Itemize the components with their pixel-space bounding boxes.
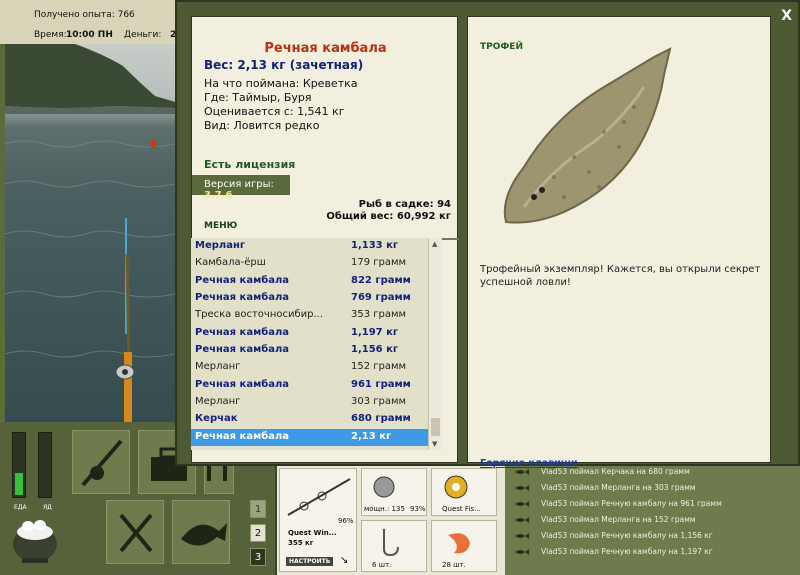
cauldron-icon[interactable] — [10, 514, 60, 569]
fishing-rod[interactable] — [105, 214, 145, 422]
food-gauge-fill — [15, 473, 23, 495]
rarity-info: Вид: Ловится редко — [204, 119, 320, 132]
bait-slot[interactable]: 28 шт. — [431, 520, 497, 572]
fishing-scene[interactable] — [5, 44, 175, 422]
xp-counter: Получено опыта: 766 — [34, 10, 135, 20]
slot-1-button[interactable]: 1 — [250, 500, 266, 518]
float-bobber — [151, 139, 156, 148]
time-label: Время: — [34, 30, 67, 40]
hook-icon — [383, 529, 399, 557]
fish-icon — [515, 516, 529, 524]
catch-row-selected[interactable]: Речная камбала 2,13 кг — [191, 429, 428, 446]
rod-icon — [287, 478, 351, 516]
fish-icon — [515, 500, 529, 508]
value-info: Оценивается с: 1,541 кг — [204, 105, 345, 118]
status-bar: Получено опыта: 766 Время: 10:00 ПН День… — [0, 0, 180, 44]
hook-slot[interactable]: 6 шт. — [361, 520, 427, 572]
reel-power: мощн.: 135 — [364, 505, 405, 513]
fish-icon — [515, 484, 529, 492]
menu-link[interactable]: МЕНЮ — [204, 221, 237, 231]
trophy-pane: ТРОФЕЙ Трофейный экземпляр! Кажется, вы … — [467, 16, 771, 469]
catch-row[interactable]: Мерланг 152 грамм — [191, 359, 428, 376]
catch-row[interactable]: Треска восточносибир... 353 грамм — [191, 307, 428, 324]
fish-icon — [515, 532, 529, 540]
catch-row[interactable]: Керчак 680 грамм — [191, 411, 428, 428]
version-badge: Версия игры: 3.7.6 — [192, 175, 290, 201]
license-status: Есть лицензия — [204, 158, 296, 171]
arrow-icon: ↘ — [340, 555, 349, 566]
fork-knife-icon — [119, 513, 153, 553]
close-button[interactable]: X — [781, 8, 792, 24]
version-label: Версия игры: — [204, 179, 274, 190]
hotkeys-link[interactable]: Горячие клавиши — [480, 458, 578, 469]
hooks-count: 6 шт. — [372, 561, 392, 569]
time-value: 10:00 ПН — [66, 30, 113, 40]
scroll-up-icon[interactable]: ▲ — [432, 240, 437, 248]
line-slot[interactable]: Quest Fis... — [431, 468, 497, 516]
food-gauge — [12, 432, 26, 498]
reel-condition: 93% — [410, 505, 426, 513]
catch-log: Vlad53 поймал Керчака на 680 грамм Vlad5… — [505, 466, 800, 575]
rod-max-weight: 355 кг — [288, 539, 314, 547]
rod-name: Quest Win... — [288, 529, 337, 537]
log-entry: Vlad53 поймал Речную камбалу на 1,156 кг — [515, 530, 795, 546]
poison-gauge — [38, 432, 52, 498]
fish-icon — [181, 523, 227, 546]
bait-info: На что поймана: Креветка — [204, 77, 358, 90]
shrimp-icon — [448, 533, 470, 554]
catch-row[interactable]: Камбала-ёрш 179 грамм — [191, 255, 428, 272]
catch-list[interactable]: Мерланг 1,133 кг Камбала-ёрш 179 грамм Реч… — [191, 238, 428, 450]
rod-reel-icon — [81, 439, 123, 487]
reel-slot[interactable]: мощн.: 135 93% — [361, 468, 427, 516]
money-label: Деньги: — [124, 30, 162, 40]
total-weight: Общий вес: 60,992 кг — [326, 211, 451, 222]
line-name: Quest Fis... — [442, 505, 481, 513]
bait-count: 28 шт. — [442, 561, 466, 569]
catch-list-scrollbar[interactable]: ▲ ▼ — [428, 238, 442, 450]
log-entry: Vlad53 поймал Мерланга на 303 грамм — [515, 482, 795, 498]
fish-icon — [515, 468, 529, 476]
catch-row[interactable]: Мерланг 303 грамм — [191, 394, 428, 411]
rod-condition: 96% — [338, 517, 354, 525]
fish-guide-button[interactable] — [172, 500, 230, 564]
catch-row[interactable]: Речная камбала 1,156 кг — [191, 342, 428, 359]
catch-dialog: X Речная камбала Вес: 2,13 кг (зачетная)… — [175, 0, 800, 469]
catch-row[interactable]: Речная камбала 822 грамм — [191, 273, 428, 290]
tackle-button[interactable] — [72, 430, 130, 494]
version-value: 3.7.6 — [204, 190, 233, 201]
equipment-panel: 96% Quest Win... 355 кг НАСТРОИТЬ ↘ мощн… — [275, 466, 505, 575]
fish-icon — [515, 548, 529, 556]
fish-name: Речная камбала — [264, 41, 387, 56]
slot-2-button[interactable]: 2 — [250, 524, 266, 542]
reel-icon — [373, 476, 395, 498]
log-entry: Vlad53 поймал Мерланга на 152 грамм — [515, 514, 795, 530]
fish-weight: Вес: 2,13 кг (зачетная) — [204, 58, 364, 72]
cage-count: Рыб в садке: 94 — [358, 199, 451, 210]
catch-row[interactable]: Речная камбала 961 грамм — [191, 377, 428, 394]
catch-row[interactable]: Речная камбала 1,197 кг — [191, 325, 428, 342]
cliff-image — [5, 44, 175, 114]
log-entry: Vlad53 поймал Речную камбалу на 961 грам… — [515, 498, 795, 514]
food-gauge-label: ЕДА — [14, 504, 27, 511]
water-waves — [5, 140, 175, 358]
scroll-down-icon[interactable]: ▼ — [432, 440, 437, 448]
flounder-image — [503, 47, 672, 224]
setup-button[interactable]: НАСТРОИТЬ — [286, 557, 334, 566]
log-entry: Vlad53 поймал Речную камбалу на 1,197 кг — [515, 546, 795, 562]
catch-row[interactable]: Мерланг 1,133 кг — [191, 238, 428, 255]
location-info: Где: Таймыр, Буря — [204, 91, 312, 104]
poison-gauge-label: ЯД — [43, 504, 52, 511]
scroll-thumb[interactable] — [431, 418, 440, 436]
slot-3-button[interactable]: 3 — [250, 548, 266, 566]
catch-row[interactable]: Речная камбала 769 грамм — [191, 290, 428, 307]
rod-slot[interactable]: 96% Quest Win... 355 кг НАСТРОИТЬ ↘ — [279, 468, 357, 572]
line-spool-icon — [444, 475, 468, 499]
kitchen-button[interactable] — [106, 500, 164, 564]
trophy-message: Трофейный экземпляр! Кажется, вы открыли… — [480, 264, 761, 288]
